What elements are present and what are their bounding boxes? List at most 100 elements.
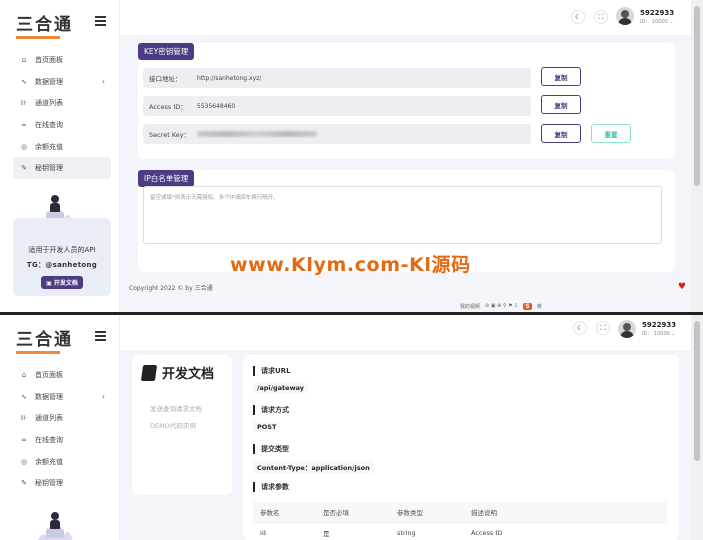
sidebar-item-recharge[interactable]: ◎ 余额充值 [13, 451, 111, 473]
top-bar: ☾ ⛶ 5922933 ID： 10000 ⌄ [120, 0, 691, 35]
api-doc-content: 请求URL /api/gateway 请求方式 POST 提交类型 Conten… [243, 355, 679, 540]
developer-illustration [38, 512, 73, 540]
menu-toggle-icon[interactable] [95, 16, 106, 26]
promo-text: 适用于开发人员的API [28, 246, 96, 254]
card-title: KEY密钥管理 [138, 43, 195, 60]
sidebar-item-label: 在线查询 [35, 435, 63, 444]
home-icon: ⌂ [21, 55, 27, 64]
key-management-card: KEY密钥管理 接口地址： http://sanhetong.xyz/ Acces… [138, 43, 675, 159]
dev-docs-button[interactable]: ▣ 开发文档 [41, 276, 83, 289]
reset-key-button[interactable]: 重置 [591, 124, 631, 143]
sidebar: 三合通 ⌂ 首页面板 ∿ 数据管理 › ⊪ 通道列表 ∞ 在线查询 ◎ 余额充值 ✎ 秘钥管理… [0, 0, 120, 312]
sidebar-item-label: 通道列表 [35, 414, 63, 423]
copy-access-id-button[interactable]: 复制 [541, 95, 581, 114]
logo[interactable]: 三合通 [16, 325, 73, 354]
docs-link-query[interactable]: 发送查询请求文档 [150, 403, 202, 413]
key-icon: ✎ [21, 479, 27, 488]
user-id[interactable]: ID： 10000 ⌄ [642, 330, 676, 337]
logo-underline [16, 351, 60, 354]
sidebar-item-label: 在线查询 [35, 120, 63, 129]
dark-mode-icon[interactable]: ☾ [573, 321, 587, 335]
avatar[interactable] [616, 7, 634, 25]
tray-video[interactable]: 我的视频 [460, 303, 480, 310]
promo-telegram: TG：@sanhetong [26, 261, 98, 269]
sidebar-item-data[interactable]: ∿ 数据管理 › [13, 386, 111, 408]
field-value[interactable]: 5535648460 [197, 103, 235, 110]
sidebar-menu: ⌂ 首页面板 ∿ 数据管理 › ⊪ 通道列表 ∞ 在线查询 ◎ 余额充值 ✎ 秘钥管理 [13, 49, 111, 180]
sogou-icon[interactable]: S [523, 302, 532, 310]
sidebar-item-channels[interactable]: ⊪ 通道列表 [13, 92, 111, 114]
copy-secret-key-button[interactable]: 复制 [541, 124, 581, 143]
field-label: Access ID： [149, 103, 187, 111]
secret-key-blurred[interactable] [197, 131, 317, 137]
table-cell: string [397, 529, 416, 537]
user-name: 5922933 [640, 9, 675, 17]
sidebar-item-dashboard[interactable]: ⌂ 首页面板 [13, 49, 111, 71]
link-icon: ∞ [21, 435, 27, 444]
chevron-right-icon: › [101, 77, 105, 87]
docs-title-text: 开发文档 [162, 367, 215, 382]
watermark: www.Klym.com-Kl源码 [230, 254, 471, 276]
menu-toggle-icon[interactable] [95, 331, 106, 341]
dev-docs-button-label: 开发文档 [53, 280, 78, 287]
sidebar-item-label: 余额充值 [35, 142, 63, 151]
target-icon: ◎ [20, 142, 28, 151]
field-label: Secret Key： [149, 131, 191, 139]
user-id[interactable]: ID： 10000 ⌄ [640, 18, 674, 25]
system-tray: 我的视频 ⊘ ▣ ⊕ ⚲ ⚑ ⇩ S 英 [460, 300, 703, 312]
top-bar: ☾ ⛶ 5922933 ID： 10000 ⌄ [120, 315, 691, 350]
ip-whitelist-textarea[interactable]: 留空或填*则表示无需授权。多个IP请回车换行隔开。 [143, 186, 662, 244]
card-title: IP白名单管理 [138, 170, 195, 187]
target-icon: ◎ [20, 457, 28, 466]
book-icon [140, 364, 158, 381]
copy-url-button[interactable]: 复制 [541, 67, 581, 86]
screenshot-dev-docs: 三合通 ⌂ 首页面板 ∿ 数据管理 › ⊪ 通道列表 ∞ 在线查询 ◎ 余额充值 ✎ 秘钥管理… [0, 315, 703, 540]
logo-text: 三合通 [16, 15, 73, 35]
copyright: Copyright 2022 © by 三合通 [129, 285, 213, 292]
table-cell: Access ID [471, 529, 503, 537]
logo[interactable]: 三合通 [16, 10, 73, 39]
sidebar-item-keys[interactable]: ✎ 秘钥管理 [13, 472, 111, 494]
activity-icon: ∿ [21, 77, 27, 86]
sidebar-item-channels[interactable]: ⊪ 通道列表 [13, 407, 111, 429]
docs-nav-card: 开发文档 发送查询请求文档 DEMO代码实例 [132, 355, 232, 495]
heart-icon: ♥ [677, 282, 686, 292]
api-url-field: 接口地址： http://sanhetong.xyz/ [143, 68, 531, 88]
dark-mode-icon[interactable]: ☾ [571, 10, 585, 24]
sidebar-menu: ⌂ 首页面板 ∿ 数据管理 › ⊪ 通道列表 ∞ 在线查询 ◎ 余额充值 ✎ 秘钥管理 [13, 364, 111, 494]
table-header: 参数名 是否必填 参数类型 描述说明 [253, 502, 667, 523]
section-heading: 请求参数 [253, 482, 289, 492]
sidebar-item-label: 数据管理 [35, 77, 63, 86]
scrollbar[interactable] [691, 0, 703, 312]
sidebar-item-data[interactable]: ∿ 数据管理 › [13, 71, 111, 93]
field-value[interactable]: http://sanhetong.xyz/ [197, 75, 261, 82]
sidebar-item-label: 余额充值 [35, 457, 63, 466]
sidebar-item-keys[interactable]: ✎ 秘钥管理 [13, 157, 111, 180]
field-label: 接口地址： [149, 75, 182, 83]
sidebar-item-dashboard[interactable]: ⌂ 首页面板 [13, 364, 111, 386]
sidebar-item-recharge[interactable]: ◎ 余额充值 [13, 136, 111, 158]
table-cell: 是 [323, 530, 330, 538]
request-url-value: /api/gateway [253, 383, 308, 393]
docs-link-demo[interactable]: DEMO代码实例 [150, 420, 196, 430]
screenshot-key-management: 三合通 ⌂ 首页面板 ∿ 数据管理 › ⊪ 通道列表 ∞ 在线查询 ◎ 余额充值 ✎ 秘钥管理… [0, 0, 703, 312]
column-header: 参数类型 [397, 509, 423, 517]
fullscreen-icon[interactable]: ⛶ [596, 321, 610, 335]
sidebar-item-query[interactable]: ∞ 在线查询 [13, 429, 111, 451]
ime-lang[interactable]: 英 [537, 303, 542, 310]
content-type-value: Content-Type：application/json [253, 461, 374, 473]
home-icon: ⌂ [21, 370, 27, 379]
tray-icons: ⊘ ▣ ⊕ ⚲ ⚑ ⇩ [485, 303, 519, 309]
sidebar-item-label: 秘钥管理 [35, 479, 63, 488]
sidebar-item-label: 数据管理 [35, 392, 63, 401]
chevron-right-icon: › [101, 392, 105, 402]
user-name: 5922933 [642, 321, 677, 329]
sidebar-item-query[interactable]: ∞ 在线查询 [13, 114, 111, 136]
column-header: 参数名 [260, 509, 280, 517]
fullscreen-icon[interactable]: ⛶ [594, 10, 608, 24]
sidebar-item-label: 首页面板 [35, 370, 63, 379]
avatar[interactable] [618, 320, 636, 338]
sidebar-item-label: 秘钥管理 [35, 164, 63, 173]
secret-key-field: Secret Key： [143, 124, 531, 144]
scrollbar[interactable] [691, 315, 703, 540]
